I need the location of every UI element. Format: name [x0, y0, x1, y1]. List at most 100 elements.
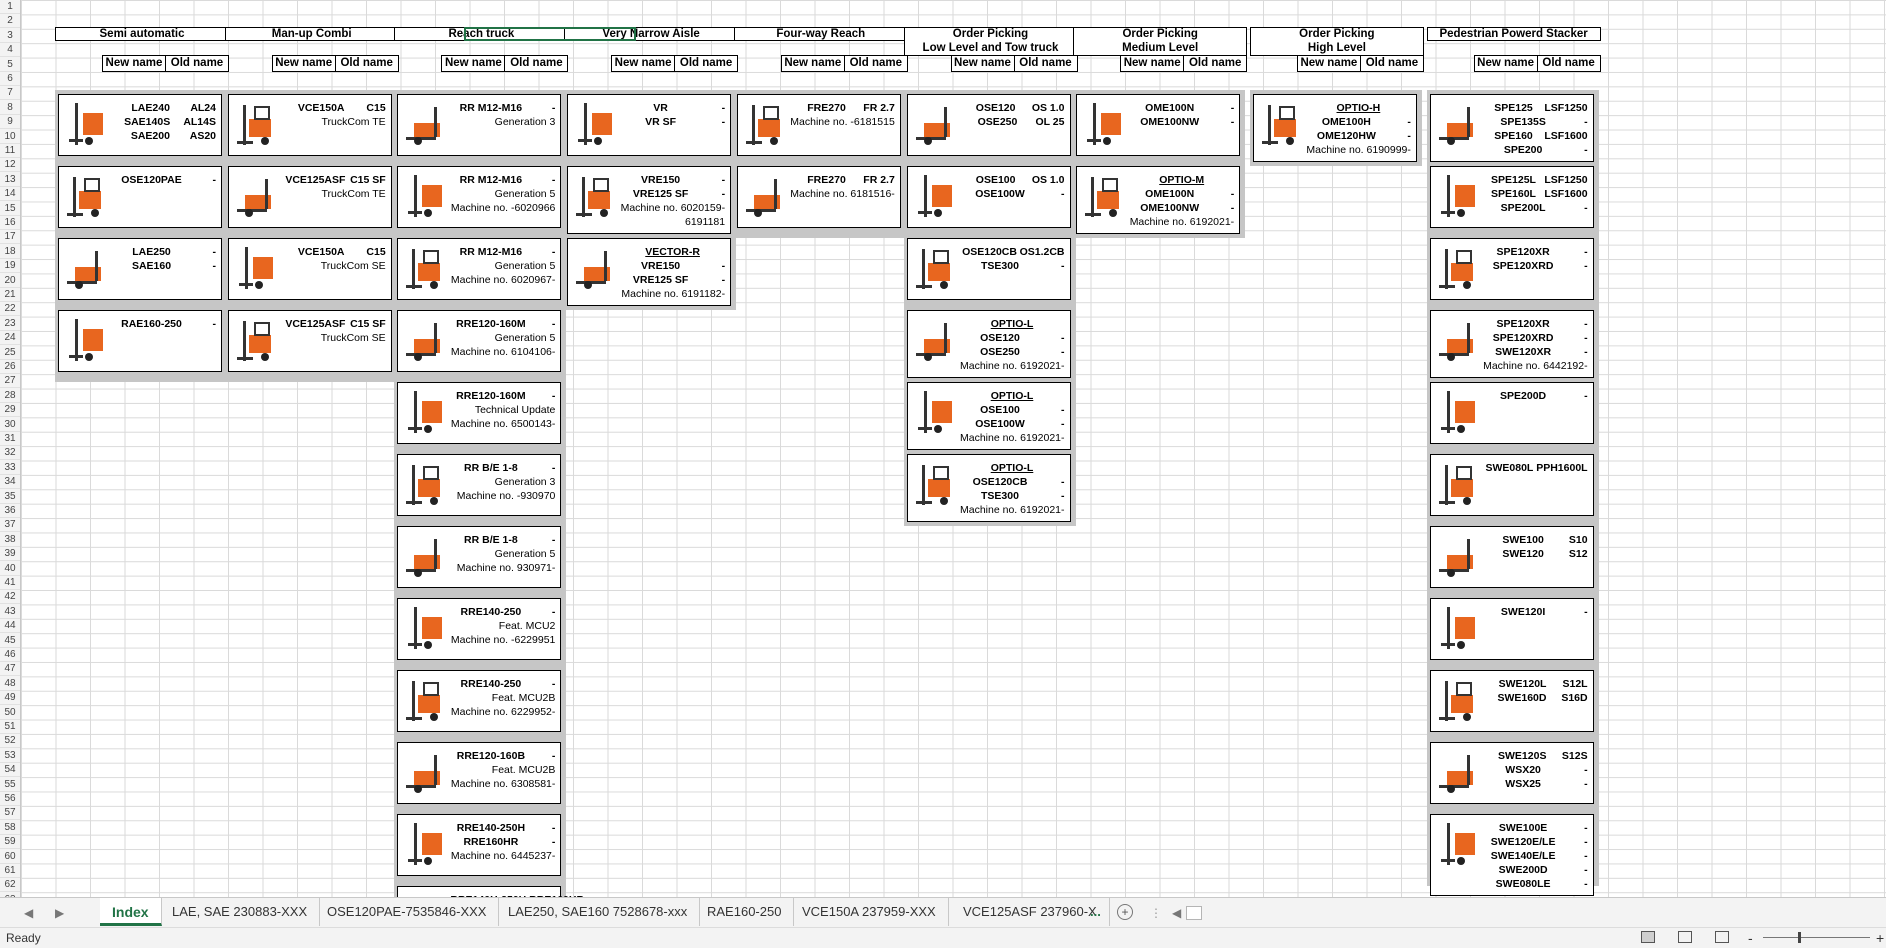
row-header[interactable]: 35: [0, 490, 20, 504]
row-header[interactable]: 38: [0, 533, 20, 547]
row-header[interactable]: 30: [0, 418, 20, 432]
sheet-tab[interactable]: VCE125ASF 237960-X: [951, 898, 1110, 926]
row-header[interactable]: 44: [0, 619, 20, 634]
row-header[interactable]: 60: [0, 850, 20, 864]
row-header[interactable]: 31: [0, 432, 20, 446]
model-card[interactable]: RRE120-160B - Feat. MCU2B Machine no. 63085…: [397, 742, 562, 804]
row-header[interactable]: 5: [0, 58, 20, 72]
row-header[interactable]: 48: [0, 677, 20, 691]
row-header[interactable]: 59: [0, 835, 20, 850]
row-header[interactable]: 37: [0, 518, 20, 533]
model-card[interactable]: OSE100 OS 1.0 OSE100W -: [906, 166, 1071, 228]
model-card[interactable]: OME100N - OME100NW -: [1076, 94, 1241, 156]
model-card[interactable]: SWE080L PPH1600L: [1429, 454, 1594, 516]
row-header[interactable]: 23: [0, 317, 20, 331]
model-card[interactable]: RRE120-160M - Technical Update Machine no. …: [397, 382, 562, 444]
row-header[interactable]: 11: [0, 144, 20, 158]
row-header[interactable]: 58: [0, 821, 20, 835]
model-card[interactable]: SWE120S S12S WSX20 - WSX25 -: [1429, 742, 1594, 804]
row-header[interactable]: 41: [0, 576, 20, 590]
model-card[interactable]: SPE120XR - SPE120XRD - SWE120XR - Machine no. …: [1429, 310, 1594, 378]
row-header[interactable]: 6: [0, 72, 20, 86]
sheet-tab[interactable]: LAE250, SAE160 7528678-xxx: [496, 898, 701, 926]
model-card[interactable]: OSE120 OS 1.0 OSE250 OL 25: [906, 94, 1071, 156]
row-header[interactable]: 51: [0, 720, 20, 734]
model-card[interactable]: SWE120L S12L SWE160D S16D: [1429, 670, 1594, 732]
model-card[interactable]: SPE125L LSF1250 SPE160L LSF1600 SPE200L -: [1429, 166, 1594, 228]
model-card[interactable]: OPTIO-L OSE120CB - TSE300 - Machine no. 61920…: [906, 454, 1071, 522]
model-card[interactable]: VRE150 - VRE125 SF - Machine no. 6020159- 619…: [567, 166, 732, 234]
row-header[interactable]: 53: [0, 749, 20, 763]
row-header[interactable]: 3: [0, 29, 20, 43]
model-card[interactable]: RRE120-160M - Generation 5 Machine no. 6104…: [397, 310, 562, 372]
model-card[interactable]: SPE120XR - SPE120XRD -: [1429, 238, 1594, 300]
model-card[interactable]: RRE140-250 - Feat. MCU2 Machine no. -622995…: [397, 598, 562, 660]
more-tabs-button[interactable]: ...: [1090, 898, 1101, 926]
model-card[interactable]: RR B/E 1-8 - Generation 5 Machine no. 93097…: [397, 526, 562, 588]
row-header[interactable]: 50: [0, 706, 20, 720]
model-card[interactable]: VCE150A C15 TruckCom SE: [227, 238, 392, 300]
row-header[interactable]: 12: [0, 158, 20, 173]
row-header[interactable]: 29: [0, 403, 20, 418]
model-card[interactable]: OPTIO-H OME100H - OME120HW - Machine no. 6190…: [1252, 94, 1417, 162]
model-card[interactable]: SWE100E - SWE120E/LE - SWE140E/LE - SWE200D - SW…: [1429, 814, 1594, 896]
model-card[interactable]: VCE125ASF C15 SF TruckCom TE: [227, 166, 392, 228]
model-card[interactable]: OPTIO-L OSE100 - OSE100W - Machine no. 619202…: [906, 382, 1071, 450]
row-header[interactable]: 49: [0, 691, 20, 706]
sheet-tab[interactable]: OSE120PAE-7535846-XXX: [315, 898, 500, 926]
row-header[interactable]: 19: [0, 259, 20, 274]
row-header[interactable]: 1: [0, 0, 20, 14]
row-header[interactable]: 52: [0, 734, 20, 749]
row-header[interactable]: 40: [0, 562, 20, 576]
row-header[interactable]: 45: [0, 634, 20, 648]
model-card[interactable]: RRE140-250H - RRE160HR - Machine no. 6445237…: [397, 814, 562, 876]
normal-view-icon[interactable]: [1641, 931, 1655, 943]
page-layout-view-icon[interactable]: [1678, 931, 1692, 943]
row-header[interactable]: 4: [0, 43, 20, 58]
sheet-tab[interactable]: Index: [100, 898, 162, 926]
model-card[interactable]: RRE140-250 - Feat. MCU2B Machine no. 622995…: [397, 670, 562, 732]
row-header[interactable]: 17: [0, 230, 20, 245]
model-card[interactable]: RR M12-M16 - Generation 5 Machine no. -6020…: [397, 166, 562, 228]
model-card[interactable]: VCE150A C15 TruckCom TE: [227, 94, 392, 156]
row-header[interactable]: 2: [0, 14, 20, 29]
row-header[interactable]: 57: [0, 806, 20, 821]
row-headers[interactable]: 1 2 3 4 5 6 7 8 9 10 11 12 13 14 15 16 17 18 19 20 21 22 23 24 2…: [0, 0, 21, 897]
zoom-out-button[interactable]: -: [1748, 930, 1753, 946]
row-header[interactable]: 47: [0, 662, 20, 677]
row-header[interactable]: 27: [0, 374, 20, 389]
row-header[interactable]: 33: [0, 461, 20, 475]
row-header[interactable]: 61: [0, 864, 20, 878]
model-card[interactable]: RRE140H-250H RRE160HR-: [397, 886, 608, 897]
sheet-tab[interactable]: LAE, SAE 230883-XXX: [160, 898, 321, 926]
model-card[interactable]: OPTIO-M OME100N - OME100NW - Machine no. 6192…: [1076, 166, 1241, 234]
model-card[interactable]: RR M12-M16 - Generation 5 Machine no. 60209…: [397, 238, 562, 300]
row-header[interactable]: 18: [0, 245, 20, 259]
model-card[interactable]: SWE120I -: [1429, 598, 1594, 660]
row-header[interactable]: 26: [0, 360, 20, 374]
model-card[interactable]: SPE125 LSF1250 SPE135S - SPE160 LSF1600 SPE200…: [1429, 94, 1594, 162]
row-header[interactable]: 28: [0, 389, 20, 403]
row-header[interactable]: 42: [0, 590, 20, 605]
row-header[interactable]: 15: [0, 202, 20, 216]
worksheet[interactable]: 1 2 3 4 5 6 7 8 9 10 11 12 13 14 15 16 17 18 19 20 21 22 23 24 2…: [0, 0, 1886, 897]
model-card[interactable]: SWE100 S10 SWE120 S12: [1429, 526, 1594, 588]
row-header[interactable]: 34: [0, 475, 20, 490]
row-header[interactable]: 55: [0, 778, 20, 792]
row-header[interactable]: 20: [0, 274, 20, 288]
row-header[interactable]: 22: [0, 302, 20, 317]
model-card[interactable]: LAE250 - SAE160 -: [58, 238, 222, 300]
tab-scroll-left-icon[interactable]: ◀: [24, 906, 33, 920]
zoom-slider[interactable]: [1763, 937, 1870, 938]
tab-scroll-right-icon[interactable]: ▶: [55, 906, 64, 920]
row-header[interactable]: 32: [0, 446, 20, 461]
model-card[interactable]: OSE120CB OS1.2CB TSE300 -: [906, 238, 1071, 300]
row-header[interactable]: 25: [0, 346, 20, 360]
row-header[interactable]: 24: [0, 331, 20, 346]
row-header[interactable]: 9: [0, 115, 20, 130]
model-card[interactable]: SPE200D -: [1429, 382, 1594, 444]
row-header[interactable]: 10: [0, 130, 20, 144]
model-card[interactable]: OPTIO-L OSE120 - OSE250 - Machine no. 6192021…: [906, 310, 1071, 378]
row-header[interactable]: 56: [0, 792, 20, 806]
add-sheet-button[interactable]: +: [1117, 904, 1133, 920]
